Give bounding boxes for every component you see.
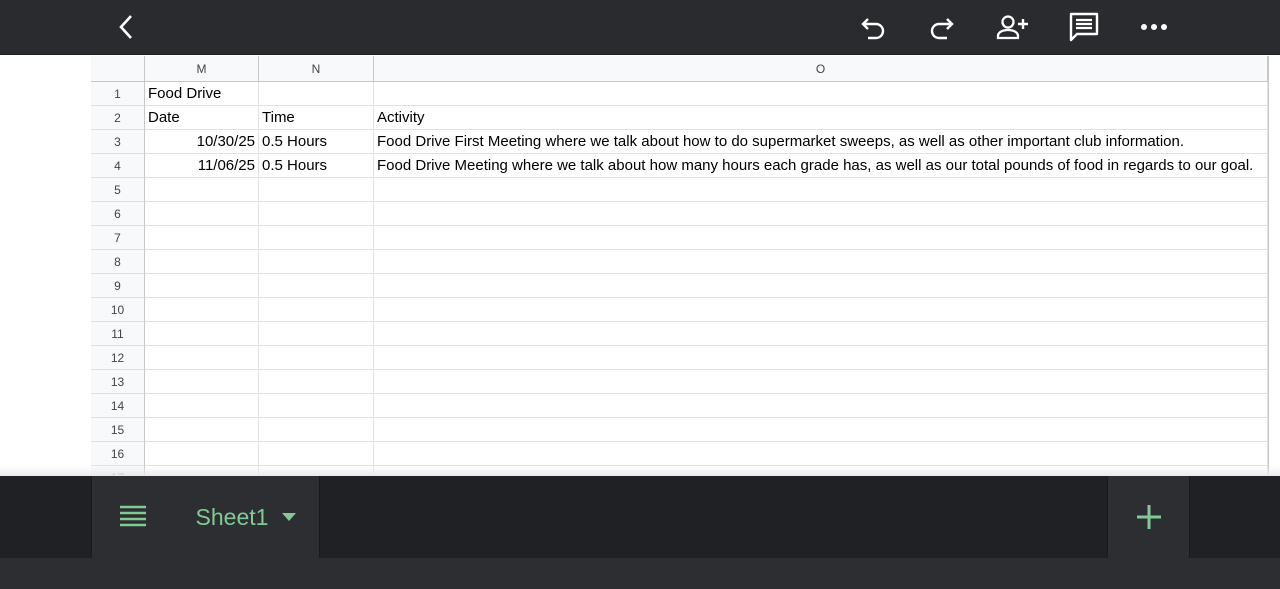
system-nav-bar: [0, 558, 1280, 589]
cell-o16[interactable]: [374, 442, 1268, 466]
cell-m12[interactable]: [145, 346, 259, 370]
cell-m6[interactable]: [145, 202, 259, 226]
more-options-button[interactable]: [1134, 7, 1174, 47]
cell-n5[interactable]: [259, 178, 374, 202]
add-sheet-button[interactable]: [1107, 476, 1190, 558]
cell-o9[interactable]: [374, 274, 1268, 298]
cell-m10[interactable]: [145, 298, 259, 322]
cell-m1[interactable]: Food Drive: [145, 82, 259, 106]
row-header-6[interactable]: 6: [91, 202, 145, 226]
cell-o12[interactable]: [374, 346, 1268, 370]
comment-button[interactable]: [1064, 7, 1104, 47]
column-header-o[interactable]: O: [374, 56, 1268, 82]
row-header-5[interactable]: 5: [91, 178, 145, 202]
cell-n3[interactable]: 0.5 Hours: [259, 130, 374, 154]
cell-m4[interactable]: 11/06/25: [145, 154, 259, 178]
cell-n10[interactable]: [259, 298, 374, 322]
cell-o7[interactable]: [374, 226, 1268, 250]
cell-o3[interactable]: Food Drive First Meeting where we talk a…: [374, 130, 1268, 154]
cell-m16[interactable]: [145, 442, 259, 466]
back-button[interactable]: [106, 7, 146, 47]
row-header-10[interactable]: 10: [91, 298, 145, 322]
cell-n13[interactable]: [259, 370, 374, 394]
list-icon: [119, 505, 146, 527]
cell-o2[interactable]: Activity: [374, 106, 1268, 130]
cell-n14[interactable]: [259, 394, 374, 418]
cell-n8[interactable]: [259, 250, 374, 274]
left-gutter: [0, 56, 91, 476]
row-header-11[interactable]: 11: [91, 322, 145, 346]
top-toolbar: [0, 0, 1280, 55]
row-header-8[interactable]: 8: [91, 250, 145, 274]
column-header-n[interactable]: N: [259, 56, 374, 82]
row-header-4[interactable]: 4: [91, 154, 145, 178]
spreadsheet-grid: M N O 1 Food Drive 2 Date Time Activity 3 10/30…: [0, 55, 1280, 476]
undo-icon: [861, 18, 885, 40]
row-header-16[interactable]: 16: [91, 442, 145, 466]
row-header-2[interactable]: 2: [91, 106, 145, 130]
cell-o1[interactable]: [374, 82, 1268, 106]
cell-n4[interactable]: 0.5 Hours: [259, 154, 374, 178]
cell-m15[interactable]: [145, 418, 259, 442]
cell-o6[interactable]: [374, 202, 1268, 226]
cell-n1[interactable]: [259, 82, 374, 106]
cell-m14[interactable]: [145, 394, 259, 418]
row-header-3[interactable]: 3: [91, 130, 145, 154]
row-header-14[interactable]: 14: [91, 394, 145, 418]
row-header-15[interactable]: 15: [91, 418, 145, 442]
redo-icon: [930, 18, 954, 40]
cell-o5[interactable]: [374, 178, 1268, 202]
cell-n11[interactable]: [259, 322, 374, 346]
caret-down-icon[interactable]: [282, 513, 297, 521]
cell-n6[interactable]: [259, 202, 374, 226]
cell-m8[interactable]: [145, 250, 259, 274]
row-header-13[interactable]: 13: [91, 370, 145, 394]
cell-m7[interactable]: [145, 226, 259, 250]
cell-m11[interactable]: [145, 322, 259, 346]
sheet-tab-bar: Sheet1: [0, 476, 1280, 558]
cell-n2[interactable]: Time: [259, 106, 374, 130]
all-sheets-button[interactable]: [91, 476, 174, 558]
cell-m3[interactable]: 10/30/25: [145, 130, 259, 154]
cell-o8[interactable]: [374, 250, 1268, 274]
comment-icon: [1069, 12, 1099, 42]
select-all-corner[interactable]: [91, 56, 145, 82]
row-header-9[interactable]: 9: [91, 274, 145, 298]
cell-o14[interactable]: [374, 394, 1268, 418]
cell-n15[interactable]: [259, 418, 374, 442]
row-header-12[interactable]: 12: [91, 346, 145, 370]
row-header-1[interactable]: 1: [91, 82, 145, 106]
more-horizontal-icon: [1141, 24, 1167, 30]
cell-n12[interactable]: [259, 346, 374, 370]
row-header-7[interactable]: 7: [91, 226, 145, 250]
cell-o15[interactable]: [374, 418, 1268, 442]
undo-button[interactable]: [853, 7, 893, 47]
cell-o11[interactable]: [374, 322, 1268, 346]
cell-n9[interactable]: [259, 274, 374, 298]
grid-shadow: [0, 466, 1280, 476]
chevron-left-icon: [119, 15, 132, 39]
cell-m13[interactable]: [145, 370, 259, 394]
sheet-tab-label: Sheet1: [195, 503, 269, 530]
right-edge: [1268, 56, 1280, 476]
cell-m5[interactable]: [145, 178, 259, 202]
add-person-icon: [996, 15, 1028, 40]
cell-m9[interactable]: [145, 274, 259, 298]
redo-button[interactable]: [922, 7, 962, 47]
cell-n16[interactable]: [259, 442, 374, 466]
sheet-tab-sheet1[interactable]: Sheet1: [173, 476, 320, 558]
share-button[interactable]: [993, 7, 1033, 47]
plus-icon: [1136, 505, 1161, 529]
cell-o10[interactable]: [374, 298, 1268, 322]
cell-o13[interactable]: [374, 370, 1268, 394]
cell-n7[interactable]: [259, 226, 374, 250]
cell-o4[interactable]: Food Drive Meeting where we talk about h…: [374, 154, 1268, 178]
cell-m2[interactable]: Date: [145, 106, 259, 130]
column-header-m[interactable]: M: [145, 56, 259, 82]
